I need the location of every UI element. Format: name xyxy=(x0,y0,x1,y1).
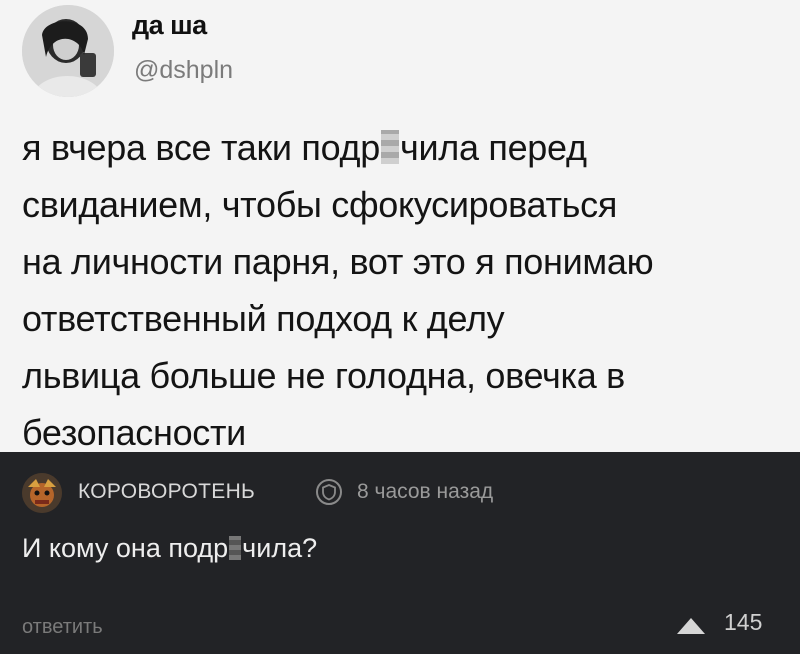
reply-button[interactable]: ответить xyxy=(22,616,103,639)
author-avatar-photo xyxy=(22,5,114,97)
shield-icon xyxy=(316,479,342,505)
upvote-triangle-icon[interactable] xyxy=(676,617,706,635)
comment-time: 8 часов назад xyxy=(357,480,494,503)
comment-text-part: И кому она подр xyxy=(22,533,229,563)
censor-blur xyxy=(229,536,242,560)
comment-score: 145 xyxy=(724,609,763,635)
commenter-avatar-image xyxy=(22,473,62,513)
tweet-text: я вчера все таки подр чила перед свидание… xyxy=(22,119,792,461)
tweet-line: на личности парня, вот это я понимаю xyxy=(22,241,654,282)
tweet-line-text: чила перед xyxy=(400,127,587,168)
commenter-avatar[interactable] xyxy=(22,473,62,513)
comment-text: И кому она подр чила? xyxy=(22,533,317,564)
tweet-line-text: я вчера все таки подр xyxy=(22,127,380,168)
tweet-card: да ша @dshpln я вчера все таки подр чила … xyxy=(0,0,800,453)
tweet-line: свиданием, чтобы сфокусироваться xyxy=(22,184,618,225)
tweet-line: ответственный подход к делу xyxy=(22,298,505,339)
tweet-line: я вчера все таки подр чила перед xyxy=(22,119,792,176)
tweet-line: львица больше не голодна, овечка в xyxy=(22,355,625,396)
comment-text-part: чила? xyxy=(242,533,318,563)
censor-blur xyxy=(381,130,399,164)
author-avatar[interactable] xyxy=(22,5,114,97)
author-handle[interactable]: @dshpln xyxy=(134,56,233,85)
author-name[interactable]: да ша xyxy=(132,10,207,41)
commenter-name[interactable]: КОРОВОРОТЕНЬ xyxy=(78,480,255,504)
